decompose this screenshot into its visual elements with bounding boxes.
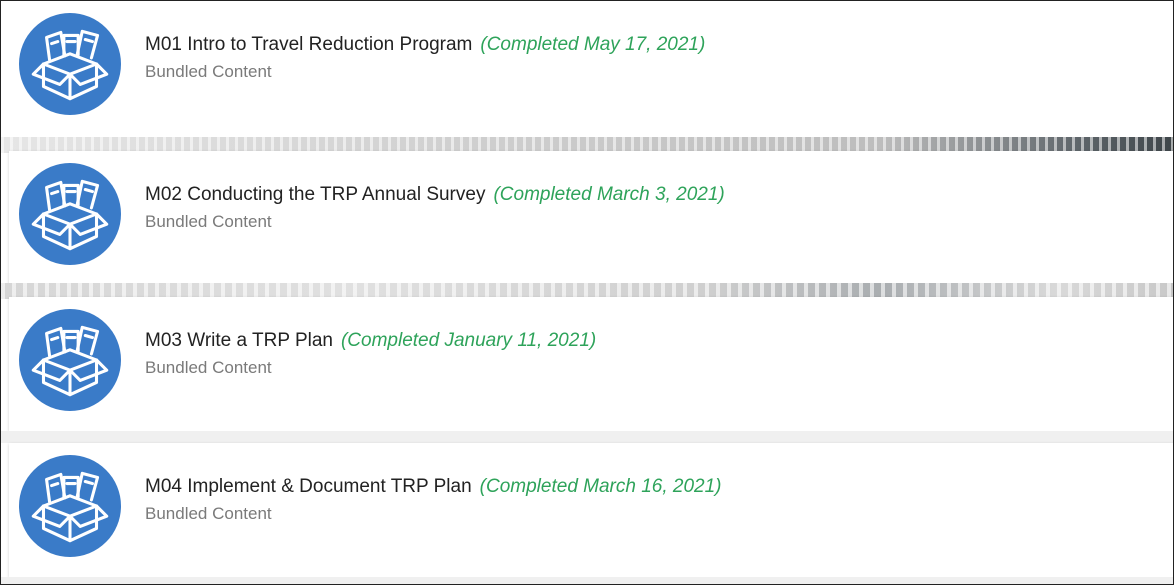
completion-status: (Completed May 17, 2021): [480, 34, 706, 55]
completion-status: (Completed March 3, 2021): [493, 184, 725, 205]
item-title-line: M03 Write a TRP Plan (Completed January 1…: [145, 329, 596, 353]
completion-status: (Completed March 16, 2021): [479, 476, 722, 497]
item-title[interactable]: M01 Intro to Travel Reduction Program: [145, 34, 472, 55]
item-title[interactable]: M03 Write a TRP Plan: [145, 330, 333, 351]
list-item[interactable]: M04 Implement & Document TRP Plan (Comple…: [9, 443, 1173, 577]
item-type-label: Bundled Content: [145, 358, 272, 377]
item-title-line: M02 Conducting the TRP Annual Survey (Com…: [145, 183, 725, 207]
bundled-content-box-icon: [19, 309, 121, 411]
list-item[interactable]: M02 Conducting the TRP Annual Survey (Com…: [9, 151, 1173, 285]
completion-status: (Completed January 11, 2021): [340, 330, 597, 351]
item-type-label: Bundled Content: [145, 62, 272, 81]
bundled-content-box-icon: [19, 163, 121, 265]
item-title-line: M01 Intro to Travel Reduction Program (Co…: [145, 33, 705, 57]
list-gap: [1, 431, 1173, 443]
bundled-content-box-icon: [19, 13, 121, 115]
item-type-label: Bundled Content: [145, 212, 272, 231]
list-item[interactable]: M01 Intro to Travel Reduction Program (Co…: [9, 1, 1173, 135]
list-item[interactable]: M03 Write a TRP Plan (Completed January 1…: [9, 297, 1173, 431]
list-gap: [1, 577, 1173, 584]
item-title[interactable]: M04 Implement & Document TRP Plan: [145, 476, 472, 497]
item-type-label: Bundled Content: [145, 504, 272, 523]
content-list: M01 Intro to Travel Reduction Program (Co…: [0, 0, 1174, 585]
bundled-content-box-icon: [19, 455, 121, 557]
item-title-line: M04 Implement & Document TRP Plan (Comple…: [145, 475, 722, 499]
item-title[interactable]: M02 Conducting the TRP Annual Survey: [145, 184, 485, 205]
